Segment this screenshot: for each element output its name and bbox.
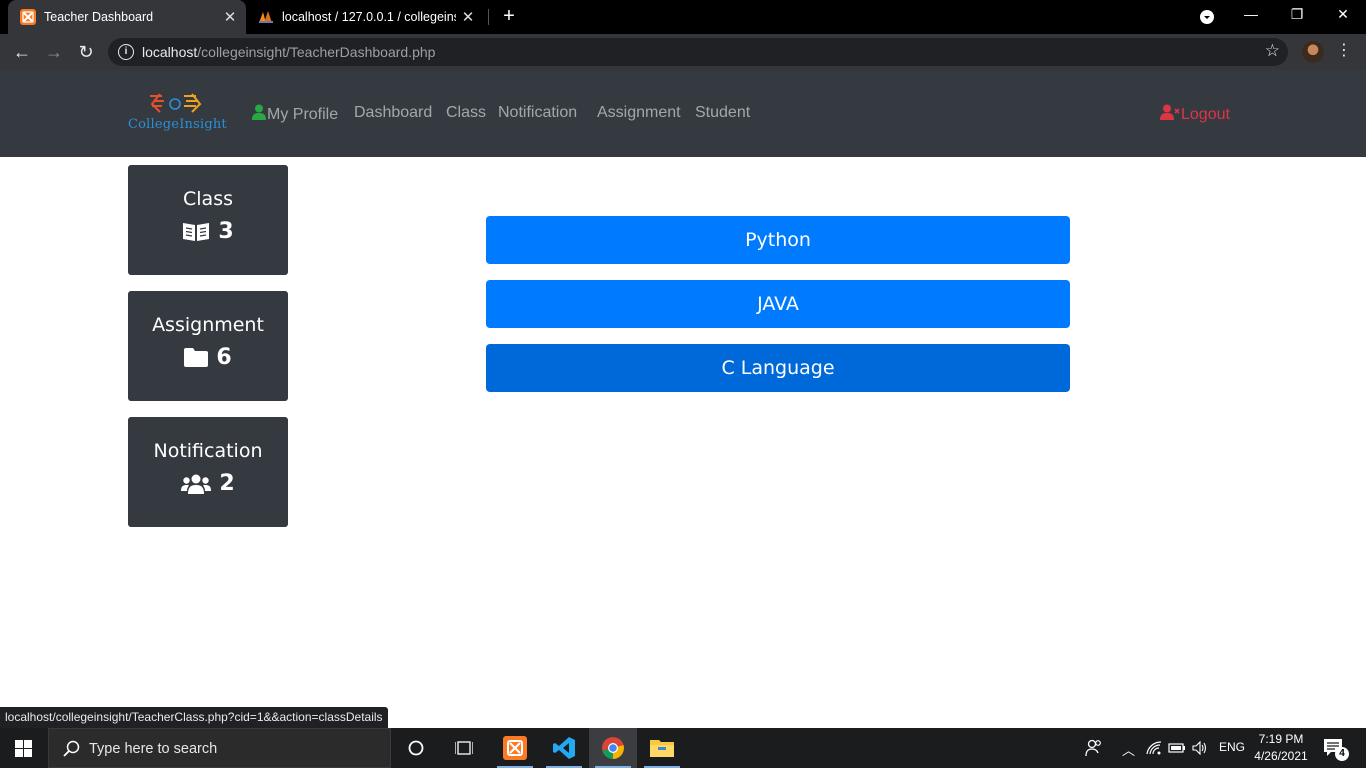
logo-text: CollegeInsight: [128, 117, 227, 132]
folder-icon: [184, 348, 209, 367]
wifi-icon[interactable]: [1146, 741, 1162, 755]
link-status-bubble: localhost/collegeinsight/TeacherClass.ph…: [0, 707, 388, 728]
taskbar-search-box[interactable]: Type here to search: [48, 728, 391, 768]
volume-icon[interactable]: [1192, 741, 1208, 755]
close-tab-icon[interactable]: ✕: [456, 8, 480, 26]
chrome-taskbar-icon[interactable]: [589, 728, 637, 768]
users-icon: [181, 474, 212, 494]
new-tab-button[interactable]: +: [498, 6, 520, 26]
card-notification[interactable]: Notification 2: [128, 417, 288, 527]
nav-assignment[interactable]: Assignment: [597, 104, 681, 122]
class-button-python[interactable]: Python: [486, 216, 1070, 264]
windows-start-icon[interactable]: [15, 740, 32, 757]
language-indicator[interactable]: ENG: [1219, 740, 1245, 754]
windows-taskbar: Type here to search ︿ ENG 7:19 PM 4/26/2…: [0, 728, 1366, 768]
browser-tab-strip: Teacher Dashboard ✕ localhost / 127.0.0.…: [0, 0, 1366, 34]
logout-label: Logout: [1181, 106, 1230, 123]
browser-menu-icon[interactable]: ⋮: [1336, 40, 1352, 60]
address-bar[interactable]: i localhost/collegeinsight/TeacherDashbo…: [108, 38, 1288, 66]
class-button-java[interactable]: JAVA: [486, 280, 1070, 328]
file-explorer-taskbar-icon[interactable]: [638, 728, 686, 768]
logout-link[interactable]: Logout: [1160, 104, 1230, 124]
tab-teacher-dashboard[interactable]: Teacher Dashboard ✕: [8, 0, 246, 34]
search-icon: [63, 740, 80, 757]
reload-icon[interactable]: ↻: [75, 41, 97, 63]
xampp-icon: [20, 9, 36, 25]
restore-icon[interactable]: ❐: [1282, 6, 1312, 23]
cortana-icon[interactable]: [392, 728, 440, 768]
nav-my-profile[interactable]: My Profile: [252, 104, 338, 124]
vscode-taskbar-icon[interactable]: [540, 728, 588, 768]
tab-title: Teacher Dashboard: [44, 10, 154, 24]
site-info-icon[interactable]: i: [118, 44, 134, 60]
phpmyadmin-icon: [259, 11, 273, 23]
card-class[interactable]: Class 3: [128, 165, 288, 275]
site-navbar: CollegeInsight My Profile Dashboard Clas…: [0, 70, 1366, 157]
logo-mark-icon: [150, 93, 202, 113]
book-reader-icon: [183, 222, 210, 241]
card-count: 6: [216, 345, 232, 370]
nav-notification[interactable]: Notification: [498, 104, 577, 122]
card-count: 3: [218, 219, 234, 244]
user-icon: [252, 104, 266, 120]
url-host: localhost: [142, 44, 198, 60]
tab-separator: [488, 9, 489, 25]
search-placeholder: Type here to search: [89, 741, 218, 757]
tab-title: localhost / 127.0.0.1 / collegeinsight: [282, 10, 456, 24]
tab-search-icon[interactable]: [1199, 9, 1215, 25]
notification-count-badge: 4: [1335, 747, 1349, 761]
close-window-icon[interactable]: ✕: [1328, 6, 1358, 23]
xampp-taskbar-icon[interactable]: [491, 728, 539, 768]
nav-label: My Profile: [267, 106, 339, 123]
bookmark-star-icon[interactable]: ☆: [1265, 41, 1280, 61]
profile-avatar[interactable]: [1302, 41, 1324, 63]
forward-icon[interactable]: →: [43, 41, 65, 63]
url-path: /collegeinsight/TeacherDashboard.php: [197, 44, 436, 60]
nav-dashboard[interactable]: Dashboard: [354, 104, 432, 122]
show-hidden-icons-icon[interactable]: ︿: [1122, 740, 1135, 759]
card-count: 2: [219, 471, 235, 496]
card-label: Notification: [153, 440, 263, 462]
clock-time: 7:19 PM: [1258, 732, 1304, 746]
site-logo[interactable]: CollegeInsight: [126, 92, 232, 136]
minimize-icon[interactable]: —: [1236, 6, 1266, 22]
nav-class[interactable]: Class: [446, 104, 486, 122]
battery-icon[interactable]: [1168, 742, 1186, 754]
card-label: Assignment: [152, 314, 264, 336]
nav-student[interactable]: Student: [695, 104, 750, 122]
browser-toolbar: ← → ↻ i localhost/collegeinsight/Teacher…: [0, 34, 1366, 70]
class-button-c-language[interactable]: C Language: [486, 344, 1070, 392]
card-assignment[interactable]: Assignment 6: [128, 291, 288, 401]
people-icon[interactable]: [1085, 739, 1103, 757]
card-label: Class: [183, 188, 233, 210]
clock-date: 4/26/2021: [1254, 749, 1308, 763]
task-view-icon[interactable]: [440, 728, 488, 768]
system-clock[interactable]: 7:19 PM 4/26/2021: [1252, 731, 1310, 765]
url-text[interactable]: localhost/collegeinsight/TeacherDashboar…: [142, 44, 435, 60]
user-times-icon: [1160, 104, 1180, 120]
close-tab-icon[interactable]: ✕: [218, 8, 242, 26]
back-icon[interactable]: ←: [11, 41, 33, 63]
tab-phpmyadmin[interactable]: localhost / 127.0.0.1 / collegeinsight ✕: [250, 0, 484, 34]
